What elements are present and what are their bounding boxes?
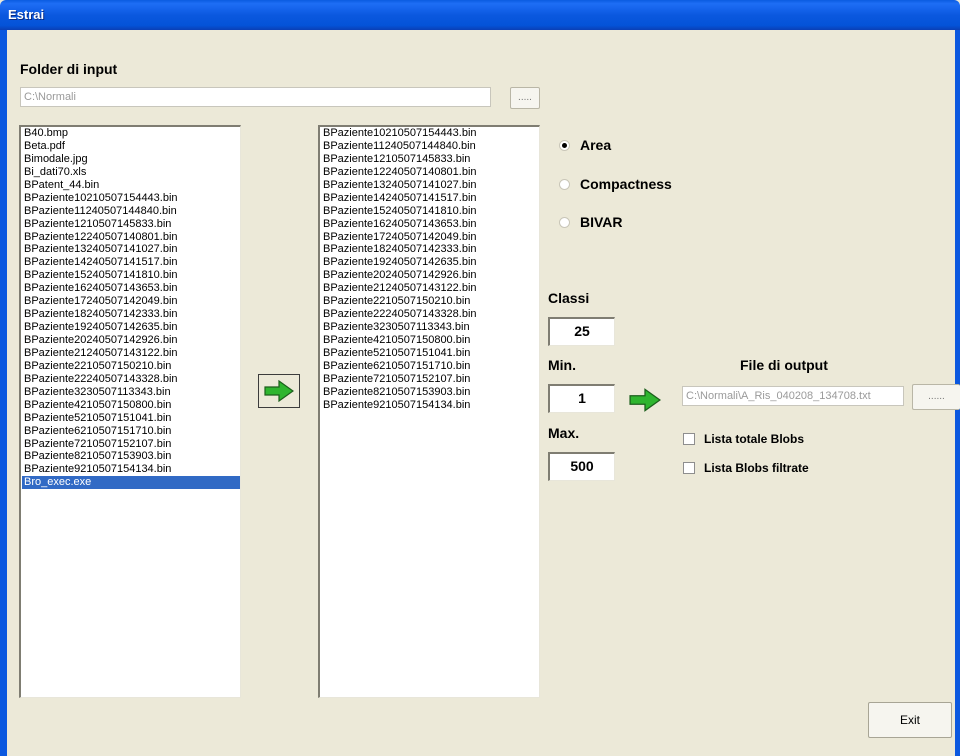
- list-item[interactable]: BPaziente2210507150210.bin: [321, 295, 539, 308]
- source-file-items: B40.bmp Beta.pdf Bimodale.jpg Bi_dati70.xls…: [21, 127, 240, 490]
- list-item[interactable]: BPaziente4210507150800.bin: [321, 334, 539, 347]
- list-item[interactable]: BPaziente3230507113343.bin: [22, 386, 240, 399]
- list-item[interactable]: BPaziente2210507150210.bin: [22, 360, 240, 373]
- min-label: Min.: [548, 357, 576, 373]
- exit-button[interactable]: Exit: [868, 702, 952, 738]
- arrow-right-icon: [629, 388, 661, 412]
- window-frame-left: [0, 30, 7, 756]
- radio-area-label: Area: [580, 137, 612, 153]
- list-item[interactable]: Bro_exec.exe: [22, 476, 240, 490]
- list-item[interactable]: BPaziente5210507151041.bin: [22, 412, 240, 425]
- arrow-right-icon: [264, 380, 294, 402]
- list-item[interactable]: BPaziente15240507141810.bin: [22, 269, 240, 282]
- list-item[interactable]: BPaziente19240507142635.bin: [321, 256, 539, 269]
- list-item[interactable]: BPaziente13240507141027.bin: [321, 179, 539, 192]
- list-item[interactable]: BPaziente14240507141517.bin: [321, 192, 539, 205]
- list-item[interactable]: BPaziente22240507143328.bin: [321, 308, 539, 321]
- list-item[interactable]: BPaziente18240507142333.bin: [22, 308, 240, 321]
- radio-compactness-label: Compactness: [580, 176, 672, 192]
- list-item[interactable]: BPaziente6210507151710.bin: [22, 425, 240, 438]
- list-item[interactable]: BPaziente22240507143328.bin: [22, 373, 240, 386]
- checkbox-lista-filtrate[interactable]: Lista Blobs filtrate: [683, 461, 809, 475]
- generate-output-button[interactable]: [624, 384, 666, 416]
- filtered-file-list[interactable]: BPaziente10210507154443.bin BPaziente1124…: [318, 125, 540, 698]
- list-item[interactable]: BPaziente20240507142926.bin: [22, 334, 240, 347]
- checkbox-lista-filtrate-label: Lista Blobs filtrate: [704, 461, 809, 475]
- list-item[interactable]: BPaziente16240507143653.bin: [321, 218, 539, 231]
- list-item[interactable]: BPaziente4210507150800.bin: [22, 399, 240, 412]
- min-input[interactable]: 1: [548, 384, 615, 413]
- list-item[interactable]: BPaziente9210507154134.bin: [321, 399, 539, 412]
- max-input[interactable]: 500: [548, 452, 615, 481]
- radio-compactness-indicator: [559, 178, 570, 190]
- transfer-files-button[interactable]: [258, 374, 300, 408]
- list-item[interactable]: BPaziente17240507142049.bin: [321, 231, 539, 244]
- list-item[interactable]: BPaziente7210507152107.bin: [321, 373, 539, 386]
- list-item[interactable]: BPaziente6210507151710.bin: [321, 360, 539, 373]
- checkbox-lista-totale-label: Lista totale Blobs: [704, 432, 805, 446]
- list-item[interactable]: BPaziente19240507142635.bin: [22, 321, 240, 334]
- radio-bivar[interactable]: BIVAR: [559, 214, 623, 230]
- list-item[interactable]: BPaziente1210507145833.bin: [22, 218, 240, 231]
- list-item[interactable]: BPaziente21240507143122.bin: [321, 282, 539, 295]
- list-item[interactable]: Bi_dati70.xls: [22, 166, 240, 179]
- list-item[interactable]: BPaziente20240507142926.bin: [321, 269, 539, 282]
- list-item[interactable]: BPaziente14240507141517.bin: [22, 256, 240, 269]
- list-item[interactable]: BPaziente15240507141810.bin: [321, 205, 539, 218]
- filtered-file-items: BPaziente10210507154443.bin BPaziente1124…: [320, 127, 539, 412]
- list-item[interactable]: BPaziente8210507153903.bin: [22, 450, 240, 463]
- list-item[interactable]: BPaziente17240507142049.bin: [22, 295, 240, 308]
- list-item[interactable]: BPaziente12240507140801.bin: [22, 231, 240, 244]
- list-item[interactable]: BPaziente11240507144840.bin: [321, 140, 539, 153]
- window-title: Estrai: [8, 7, 45, 22]
- input-folder-label: Folder di input: [20, 61, 118, 77]
- list-item[interactable]: BPaziente21240507143122.bin: [22, 347, 240, 360]
- radio-bivar-indicator: [559, 216, 570, 228]
- checkbox-lista-totale-box: [683, 433, 695, 445]
- checkbox-lista-totale[interactable]: Lista totale Blobs: [683, 432, 804, 446]
- list-item[interactable]: Bimodale.jpg: [22, 153, 240, 166]
- input-folder-field[interactable]: C:\Normali: [20, 87, 491, 107]
- title-bar[interactable]: Estrai: [0, 0, 960, 30]
- radio-compactness[interactable]: Compactness: [559, 176, 672, 192]
- list-item[interactable]: BPaziente16240507143653.bin: [22, 282, 240, 295]
- list-item[interactable]: BPaziente8210507153903.bin: [321, 386, 539, 399]
- radio-selected-dot: [562, 142, 567, 148]
- list-item[interactable]: BPatent_44.bin: [22, 179, 240, 192]
- radio-area[interactable]: Area: [559, 137, 611, 153]
- browse-input-button[interactable]: .....: [510, 87, 540, 109]
- output-file-label: File di output: [740, 357, 828, 373]
- list-item[interactable]: BPaziente18240507142333.bin: [321, 243, 539, 256]
- list-item[interactable]: BPaziente10210507154443.bin: [321, 127, 539, 140]
- list-item[interactable]: BPaziente1210507145833.bin: [321, 153, 539, 166]
- source-file-list[interactable]: B40.bmp Beta.pdf Bimodale.jpg Bi_dati70.xls…: [19, 125, 241, 698]
- list-item[interactable]: BPaziente9210507154134.bin: [22, 463, 240, 476]
- list-item[interactable]: BPaziente11240507144840.bin: [22, 205, 240, 218]
- classi-input[interactable]: 25: [548, 317, 615, 346]
- radio-area-indicator: [559, 139, 570, 151]
- max-label: Max.: [548, 425, 580, 441]
- list-item[interactable]: BPaziente3230507113343.bin: [321, 321, 539, 334]
- browse-output-button[interactable]: ......: [912, 384, 960, 410]
- list-item[interactable]: BPaziente13240507141027.bin: [22, 243, 240, 256]
- radio-bivar-label: BIVAR: [580, 214, 623, 230]
- output-file-field[interactable]: C:\Normali\A_Ris_040208_134708.txt: [682, 386, 904, 406]
- classi-label: Classi: [548, 290, 590, 306]
- list-item[interactable]: BPaziente10210507154443.bin: [22, 192, 240, 205]
- list-item[interactable]: BPaziente7210507152107.bin: [22, 438, 240, 451]
- list-item[interactable]: B40.bmp: [22, 127, 240, 140]
- checkbox-lista-filtrate-box: [683, 462, 695, 474]
- list-item[interactable]: Beta.pdf: [22, 140, 240, 153]
- list-item[interactable]: BPaziente12240507140801.bin: [321, 166, 539, 179]
- list-item[interactable]: BPaziente5210507151041.bin: [321, 347, 539, 360]
